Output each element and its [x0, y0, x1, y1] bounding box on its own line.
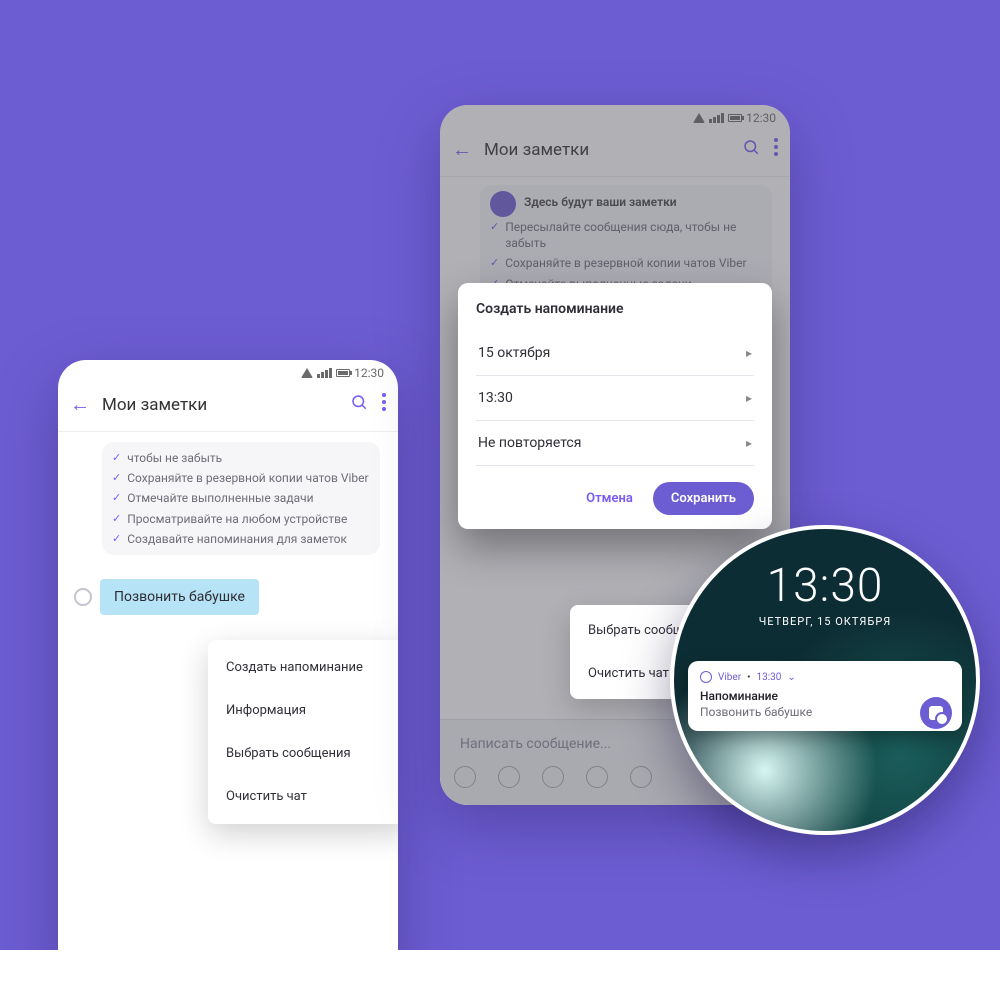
save-button[interactable]: Сохранить — [653, 482, 754, 515]
dialog-time-value: 13:30 — [478, 390, 513, 406]
attach-icon[interactable] — [630, 766, 652, 788]
chevron-right-icon: ▸ — [746, 436, 752, 450]
task-checkbox[interactable] — [74, 588, 92, 606]
notes-avatar-icon — [490, 191, 516, 217]
dialog-row-time[interactable]: 13:30 ▸ — [476, 376, 754, 421]
notification-body: Позвонить бабушке — [700, 705, 950, 719]
signal-icon — [709, 113, 724, 123]
check-icon: ✓ — [112, 450, 121, 465]
wifi-icon — [301, 368, 313, 378]
menu-item-create-reminder[interactable]: Создать напоминание — [208, 646, 398, 689]
search-icon[interactable] — [742, 138, 760, 161]
page-title: Мои заметки — [102, 395, 336, 415]
status-bar: 12:30 — [58, 360, 398, 382]
page-edge — [0, 950, 1000, 1000]
tip-text: Сохраняйте в резервной копии чатов Viber — [127, 470, 368, 486]
check-icon: ✓ — [112, 490, 121, 505]
notification-card[interactable]: Viber • 13:30 ⌄ Напоминание Позвонить ба… — [688, 661, 962, 731]
notification-app: Viber — [718, 672, 741, 683]
lockscreen-preview: 13:30 ЧЕТВЕРГ, 15 ОКТЯБРЯ Viber • 13:30 … — [670, 525, 980, 835]
emoji-icon[interactable] — [498, 766, 520, 788]
battery-icon — [728, 114, 742, 122]
status-time: 12:30 — [354, 366, 384, 380]
message-bubble[interactable]: Позвонить бабушке — [100, 579, 259, 615]
dialog-title: Создать напоминание — [476, 301, 754, 317]
gif-icon[interactable] — [586, 766, 608, 788]
status-bar: 12:30 — [440, 105, 790, 127]
check-icon: ✓ — [490, 255, 499, 270]
chevron-right-icon: ▸ — [746, 391, 752, 405]
wifi-icon — [693, 113, 705, 123]
menu-item-select-messages[interactable]: Выбрать сообщения — [208, 732, 398, 775]
page-title: Мои заметки — [484, 140, 728, 160]
dialog-actions: Отмена Сохранить — [476, 482, 754, 515]
tip-text: Сохраняйте в резервной копии чатов Viber — [505, 255, 746, 271]
more-icon[interactable] — [774, 138, 778, 161]
check-icon: ✓ — [490, 219, 499, 234]
more-icon[interactable] — [382, 393, 386, 416]
back-icon[interactable]: ← — [70, 392, 90, 417]
create-reminder-dialog: Создать напоминание 15 октября ▸ 13:30 ▸… — [458, 283, 772, 529]
menu-item-info[interactable]: Информация — [208, 689, 398, 732]
chevron-down-icon: ⌄ — [787, 672, 795, 683]
dialog-date-value: 15 октября — [478, 345, 550, 361]
tips-heading: Здесь будут ваши заметки — [524, 195, 677, 209]
dialog-row-repeat[interactable]: Не повторяется ▸ — [476, 421, 754, 466]
app-bar: ← Мои заметки — [58, 382, 398, 432]
reminder-icon — [920, 697, 952, 729]
tip-text: Пересылайте сообщения сюда, чтобы не заб… — [505, 219, 762, 251]
message-row: Позвонить бабушке — [74, 579, 382, 615]
notification-time: 13:30 — [756, 672, 781, 683]
search-icon[interactable] — [350, 393, 368, 416]
notification-meta: Viber • 13:30 ⌄ — [700, 671, 950, 683]
lockscreen-time: 13:30 — [674, 559, 976, 613]
tip-text: Создавайте напоминания для заметок — [127, 531, 347, 547]
status-time: 12:30 — [746, 111, 776, 125]
check-icon: ✓ — [112, 470, 121, 485]
dialog-row-date[interactable]: 15 октября ▸ — [476, 331, 754, 376]
app-bar: ← Мои заметки — [440, 127, 790, 177]
battery-icon — [336, 369, 350, 377]
dot-separator: • — [747, 672, 750, 683]
tips-card: ✓ чтобы не забыть ✓ Сохраняйте в резервной… — [102, 442, 380, 555]
chevron-right-icon: ▸ — [746, 346, 752, 360]
check-icon: ✓ — [112, 511, 121, 526]
camera-icon[interactable] — [542, 766, 564, 788]
context-menu: Создать напоминание Информация Выбрать с… — [208, 640, 398, 824]
lockscreen-clock: 13:30 ЧЕТВЕРГ, 15 ОКТЯБРЯ — [674, 559, 976, 628]
sticker-icon[interactable] — [454, 766, 476, 788]
tip-text: чтобы не забыть — [127, 450, 222, 466]
tip-text: Отмечайте выполненные задачи — [127, 490, 313, 506]
check-icon: ✓ — [112, 531, 121, 546]
viber-icon — [700, 671, 712, 683]
cancel-button[interactable]: Отмена — [580, 483, 639, 514]
dialog-repeat-value: Не повторяется — [478, 435, 581, 451]
tip-text: Просматривайте на любом устройстве — [127, 511, 347, 527]
lockscreen-date: ЧЕТВЕРГ, 15 ОКТЯБРЯ — [674, 615, 976, 628]
menu-item-clear-chat[interactable]: Очистить чат — [208, 775, 398, 818]
back-icon[interactable]: ← — [452, 137, 472, 162]
notification-title: Напоминание — [700, 689, 950, 703]
phone-left: 12:30 ← Мои заметки ✓ чтобы не забыть ✓ Со… — [58, 360, 398, 990]
signal-icon — [317, 368, 332, 378]
